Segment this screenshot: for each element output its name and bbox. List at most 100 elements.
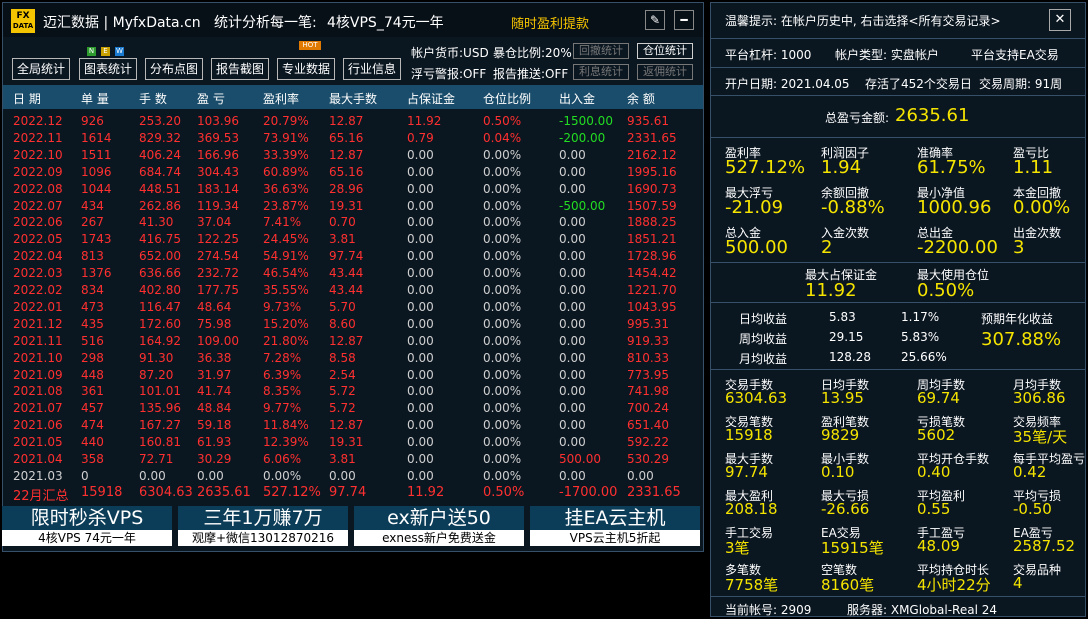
rebate-stats-button[interactable]: 返佣统计 — [637, 64, 693, 80]
stat-value: 0.10 — [821, 463, 855, 481]
banner-ea-host[interactable]: 挂EA云主机 VPS云主机5折起 — [530, 506, 700, 546]
table-cell: 0.00% — [483, 435, 522, 450]
table-cell: 2021.07 — [13, 401, 63, 416]
scatter-button[interactable]: 分布点图 — [145, 58, 203, 80]
table-cell: 48.84 — [197, 401, 232, 416]
table-header: 日 期 单 量 手 数 盈 亏 盈利率 最大手数 占保证金 仓位比例 出入金 余 额 — [3, 85, 703, 109]
table-cell: 1614 — [81, 130, 112, 145]
table-cell: 440 — [81, 435, 104, 450]
table-cell: 0.00 — [407, 198, 434, 213]
promo-link[interactable]: 随时盈利提款 — [511, 13, 589, 32]
days-text: 存活了452个交易日 — [865, 77, 972, 91]
table-cell: 0.00% — [483, 249, 522, 264]
stat-value: 306.86 — [1013, 389, 1066, 407]
column-header[interactable]: 手 数 — [139, 90, 167, 107]
interest-stats-button[interactable]: 利息统计 — [573, 64, 629, 80]
column-header[interactable]: 余 额 — [627, 90, 655, 107]
table-cell: 5.70 — [329, 299, 356, 314]
table-cell: 2021.08 — [13, 384, 63, 399]
table-cell: 1511 — [81, 147, 112, 162]
summary-cell: 0.50% — [483, 485, 525, 500]
table-cell: 0.79 — [407, 130, 434, 145]
minimize-button[interactable]: ━ — [674, 10, 694, 30]
column-header[interactable]: 盈 亏 — [197, 90, 225, 107]
table-cell: -1500.00 — [559, 114, 613, 128]
table-cell: 0.00 — [407, 249, 434, 264]
app-title: 迈汇数据 | MyfxData.cn 统计分析每一笔: — [43, 15, 317, 31]
table-cell: 28.96 — [329, 181, 364, 196]
table-cell: 0.00% — [483, 181, 522, 196]
column-header[interactable]: 最大手数 — [329, 90, 377, 107]
table-cell: 810.33 — [627, 350, 669, 365]
table-cell: 1043.95 — [627, 299, 677, 314]
banner-profit[interactable]: 三年1万赚7万 观摩+微信13012870216 — [178, 506, 348, 546]
table-cell: 33.39% — [263, 147, 309, 162]
table-cell: 2021.06 — [13, 418, 63, 433]
table-cell: 1743 — [81, 232, 112, 247]
table-cell: 0.00% — [483, 164, 522, 179]
table-cell: 116.47 — [139, 299, 181, 314]
position-stats-button[interactable]: 仓位统计 — [637, 43, 693, 59]
column-header[interactable]: 占保证金 — [407, 90, 455, 107]
total-profit-value: 2635.61 — [895, 105, 970, 126]
column-header[interactable]: 仓位比例 — [483, 90, 531, 107]
table-cell: 402.80 — [139, 283, 181, 297]
table-cell: 0.00 — [559, 435, 586, 450]
banner-exness[interactable]: ex新户送50 exness新户免费送金 — [354, 506, 524, 546]
table-cell: 0.00 — [559, 266, 586, 281]
table-cell: 41.74 — [197, 384, 232, 399]
table-cell: 35.55% — [263, 283, 309, 297]
table-cell: 0.00 — [407, 316, 434, 331]
table-cell: 12.87 — [329, 147, 364, 162]
table-cell: 0.00% — [483, 316, 522, 331]
table-cell: 369.53 — [197, 130, 239, 145]
pro-data-button[interactable]: 专业数据 — [277, 58, 335, 80]
pen-icon[interactable]: ✎ — [645, 10, 665, 30]
table-cell: 652.00 — [139, 249, 181, 264]
report-window: FX DATA 迈汇数据 | MyfxData.cn 统计分析每一笔: 4核VPS… — [2, 2, 704, 552]
ea-support-text: 平台支持EA交易 — [971, 48, 1059, 62]
global-stats-button[interactable]: 全局统计 — [12, 58, 70, 80]
table-cell: 1507.59 — [627, 198, 677, 213]
summary-cell: 97.74 — [329, 485, 367, 500]
column-header[interactable]: 单 量 — [81, 90, 109, 107]
table-cell: 2021.04 — [13, 452, 63, 466]
table-cell: 72.71 — [139, 452, 174, 466]
table-cell: 0.00 — [559, 232, 586, 247]
chart-stats-button[interactable]: 图表统计 — [79, 58, 137, 80]
table-cell: 2022.11 — [13, 130, 63, 145]
summary-cell: 15918 — [81, 485, 123, 500]
stat-value: 208.18 — [725, 500, 778, 518]
stat-value: -2200.00 — [917, 237, 998, 258]
stat-value: 61.75% — [917, 157, 986, 178]
table-cell: 2021.12 — [13, 316, 63, 331]
close-icon[interactable]: ✕ — [1049, 9, 1071, 31]
table-cell: 19.31 — [329, 435, 364, 450]
table-cell: 37.04 — [197, 215, 232, 230]
table-cell: 253.20 — [139, 114, 181, 128]
minus-icon: ━ — [680, 13, 688, 27]
table-cell: 1096 — [81, 164, 112, 179]
table-cell: 36.63% — [263, 181, 309, 196]
drawdown-stats-button[interactable]: 回撤统计 — [573, 43, 629, 59]
table-cell: 164.92 — [139, 333, 181, 348]
title-bar: FX DATA 迈汇数据 | MyfxData.cn 统计分析每一笔: 4核VPS… — [3, 3, 703, 37]
table-cell: 75.98 — [197, 316, 232, 331]
stat-value: 48.09 — [917, 537, 960, 555]
table-cell: 87.20 — [139, 367, 174, 382]
column-header[interactable]: 出入金 — [559, 90, 595, 107]
vps-link[interactable]: 4核VPS_74元一年 — [327, 12, 444, 32]
banner-vps[interactable]: 限时秒杀VPS 4核VPS 74元一年 — [2, 506, 172, 546]
stat-value: 35笔/天 — [1013, 428, 1068, 446]
table-cell: 0.00 — [407, 367, 434, 382]
screenshot-button[interactable]: 报告截图 — [211, 58, 269, 80]
column-header[interactable]: 盈利率 — [263, 90, 299, 107]
table-cell: 11.84% — [263, 418, 309, 433]
table-cell: 122.25 — [197, 232, 239, 247]
industry-info-button[interactable]: 行业信息 — [343, 58, 401, 80]
table-cell: 8.58 — [329, 350, 356, 365]
column-header[interactable]: 日 期 — [13, 90, 41, 107]
table-cell: 0.00% — [483, 283, 522, 297]
table-cell: 829.32 — [139, 130, 181, 145]
table-cell: 9.73% — [263, 299, 302, 314]
